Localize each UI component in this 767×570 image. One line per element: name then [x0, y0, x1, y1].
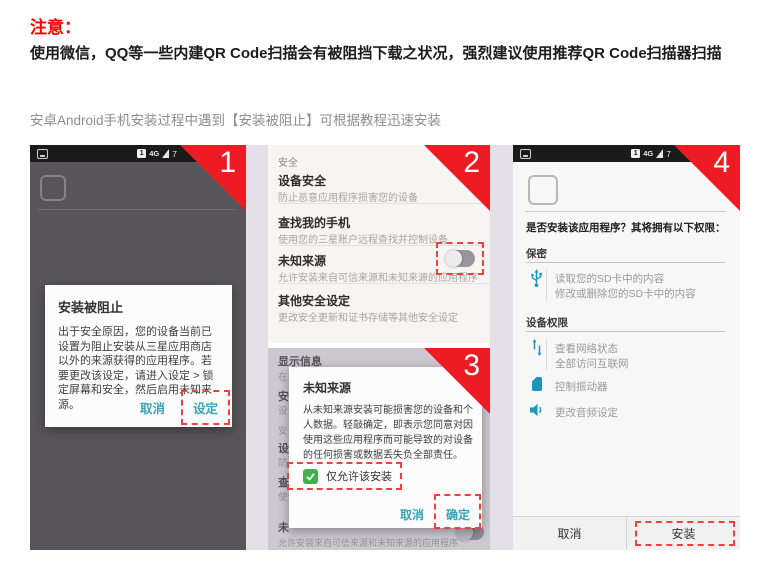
step-number: 2 [463, 147, 480, 179]
highlight-box [434, 494, 481, 529]
bg-settings-subtitle: 在 [278, 369, 288, 383]
signal-icon [656, 149, 663, 158]
bottom-button-bar: 取消 安装 [513, 516, 740, 550]
settings-item-other-security[interactable]: 其他安全设定 [278, 292, 350, 309]
divider [278, 245, 490, 246]
screenshot-status-icon [37, 149, 48, 159]
permission-text: 读取您的SD卡中的内容 [555, 271, 664, 286]
step-number: 4 [713, 147, 730, 179]
audio-icon [529, 403, 545, 422]
settings-item-subtitle: 防止恶意应用程序损害您的设备 [278, 189, 418, 204]
settings-item-subtitle: 使用您的三星账户远程查找并控制设备 [278, 231, 448, 246]
network-indicator: 4G [149, 149, 159, 158]
unknown-sources-toggle[interactable] [445, 250, 475, 267]
settings-item-device-security[interactable]: 设备安全 [278, 172, 326, 189]
settings-button[interactable]: 设定 [193, 398, 218, 417]
settings-item-subtitle: 允许安装来自可信来源和未知来源的应用程序 [278, 269, 478, 284]
app-icon-placeholder [528, 175, 558, 205]
dialog-title: 未知来源 [303, 379, 351, 396]
step-ribbon [424, 348, 490, 414]
bg-settings-subtitle: 允许安装来自可信来源和未知来源的应用程序 [278, 536, 458, 549]
section-header-privacy: 保密 [526, 246, 547, 261]
phone-screenshot-step3: 显示信息 在 安 设 安 设 防 查 使 未 允许安装来自可信来源和未知来源的应… [268, 348, 490, 550]
bg-text-fragment: 安 [278, 388, 289, 404]
step-ribbon [180, 145, 246, 211]
phone-screenshot-step1: 1 4G 7 安装被阻止 出于安全原因，您的设备当前已设置为阻止安装从三星应用商… [30, 145, 246, 550]
bg-text-fragment: 查 [278, 474, 289, 490]
bg-text-fragment: 设 [278, 440, 289, 456]
dialog-title: 安装被阻止 [58, 297, 219, 316]
step-number: 1 [219, 147, 236, 179]
settings-item-unknown-sources[interactable]: 未知来源 [278, 252, 326, 269]
cancel-button[interactable]: 取消 [140, 398, 165, 417]
signal-icon [162, 149, 169, 158]
screenshot-status-icon [520, 149, 531, 159]
step-number: 3 [463, 350, 480, 382]
section-header-device-permissions: 设备权限 [526, 315, 568, 330]
cancel-button[interactable]: 取消 [400, 506, 424, 523]
permission-text: 全部访问互联网 [555, 356, 629, 371]
bg-text-fragment: 使 [278, 489, 288, 503]
security-section-header: 安全 [278, 154, 298, 169]
install-button[interactable]: 安装 [627, 517, 740, 550]
divider [546, 339, 547, 370]
install-prompt-title: 是否安装该应用程序？其将拥有以下权限： [526, 220, 726, 235]
bg-text-fragment: 设 [278, 403, 288, 417]
check-icon [305, 471, 316, 482]
notice-subtitle: 安卓Android手机安装过程中遇到【安装被阻止】可根据教程迅速安装 [30, 109, 441, 129]
phone-screenshot-step2: 安全 设备安全 防止恶意应用程序损害您的设备 查找我的手机 使用您的三星账户远程… [268, 145, 490, 343]
gap-strip [490, 145, 513, 550]
settings-item-find-my-mobile[interactable]: 查找我的手机 [278, 214, 350, 231]
battery-level: 7 [172, 149, 177, 159]
permission-text: 查看网络状态 [555, 341, 618, 356]
notice-title: 注意： [30, 13, 81, 38]
install-button-label: 安装 [671, 525, 695, 542]
bg-text-fragment: 防 [278, 455, 288, 469]
usb-icon [530, 269, 543, 293]
bg-settings-item: 未 [278, 519, 289, 535]
notice-body: 使用微信，QQ等一些内建QR Code扫描会有被阻挡下载之状况，强烈建议使用推荐… [30, 40, 746, 67]
gap-strip [246, 145, 268, 550]
battery-level: 7 [666, 149, 671, 159]
permission-text: 控制振动器 [555, 379, 608, 394]
permission-text: 修改或删除您的SD卡中的内容 [555, 286, 696, 301]
notification-badge: 1 [137, 149, 146, 158]
tutorial-page: 注意： 使用微信，QQ等一些内建QR Code扫描会有被阻挡下载之状况，强烈建议… [0, 0, 767, 570]
bg-text-fragment: 安 [278, 423, 288, 437]
divider [525, 211, 726, 212]
divider [526, 331, 725, 332]
vibration-icon [531, 376, 543, 397]
phone-screenshot-step4: 1 4G 7 是否安装该应用程序？其将拥有以下权限： 保密 [513, 145, 740, 550]
divider [278, 283, 490, 284]
divider [546, 269, 547, 300]
checkbox-checked[interactable] [303, 469, 318, 484]
ok-button[interactable]: 确定 [446, 506, 470, 523]
step-ribbon [424, 145, 490, 211]
network-icon [531, 339, 543, 361]
settings-item-subtitle: 更改安全更新和证书存储等其他安全设定 [278, 309, 458, 324]
cancel-button[interactable]: 取消 [513, 517, 627, 550]
notification-badge: 1 [631, 149, 640, 158]
dialog-install-blocked: 安装被阻止 出于安全原因，您的设备当前已设置为阻止安装从三星应用商店以外的来源获… [45, 285, 232, 427]
divider [526, 262, 725, 263]
allow-once-row: 仅允许该安装 [303, 468, 392, 484]
checkbox-label: 仅允许该安装 [326, 468, 392, 484]
app-icon-placeholder [40, 175, 66, 201]
step-ribbon [674, 145, 740, 211]
permission-text: 更改音频设定 [555, 405, 618, 420]
network-indicator: 4G [643, 149, 653, 158]
